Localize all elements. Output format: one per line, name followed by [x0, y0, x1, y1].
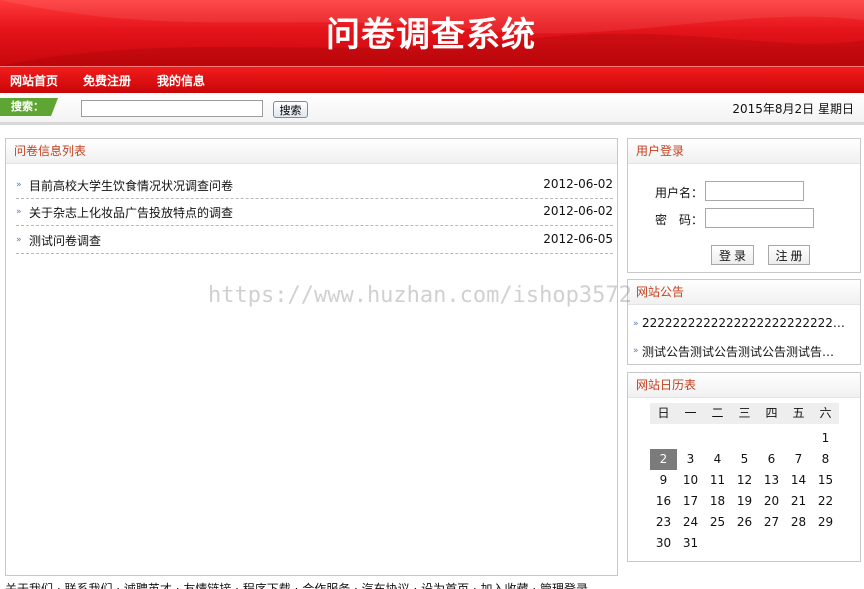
site-title: 问卷调查系统 — [326, 15, 536, 55]
calendar-day[interactable]: 7 — [785, 449, 812, 470]
bullet-icon: » — [16, 207, 22, 217]
calendar-day[interactable]: 12 — [731, 470, 758, 491]
calendar-weekday: 五 — [785, 403, 812, 424]
calendar-day[interactable]: 15 — [812, 470, 839, 491]
notice-panel: 网站公告 » 222222222222222222222222222222222… — [627, 279, 861, 365]
username-label: 用户名： — [655, 186, 704, 200]
survey-item-title[interactable]: 关于杂志上化妆品广告投放特点的调查 — [29, 204, 233, 221]
calendar-day[interactable]: 31 — [677, 533, 704, 554]
main-nav: 网站首页 免费注册 我的信息 — [0, 66, 864, 93]
footer-links[interactable]: 关于我们 · 联系我们 · 诚聘英才 · 友情链接 · 程序下载 · 合作服务 … — [5, 580, 588, 589]
search-button[interactable]: 搜索 — [273, 101, 308, 118]
survey-item-title[interactable]: 测试问卷调查 — [29, 232, 101, 249]
calendar-day[interactable]: 22 — [812, 491, 839, 512]
calendar-day[interactable]: 30 — [650, 533, 677, 554]
survey-item-date: 2012-06-05 — [543, 232, 613, 246]
calendar-day[interactable]: 6 — [758, 449, 785, 470]
calendar-day[interactable]: 21 — [785, 491, 812, 512]
calendar-weekday: 一 — [677, 403, 704, 424]
survey-item-title[interactable]: 目前高校大学生饮食情况状况调查问卷 — [29, 177, 233, 194]
calendar-day[interactable]: 1 — [812, 428, 839, 449]
calendar-day[interactable]: 10 — [677, 470, 704, 491]
nav-home[interactable]: 网站首页 — [10, 72, 58, 89]
notice-title: 网站公告 — [628, 280, 860, 305]
survey-list-title: 问卷信息列表 — [6, 139, 617, 164]
login-title: 用户登录 — [628, 139, 860, 164]
survey-item-date: 2012-06-02 — [543, 177, 613, 191]
username-input[interactable] — [705, 181, 804, 201]
calendar-day[interactable]: 25 — [704, 512, 731, 533]
calendar-day[interactable]: 13 — [758, 470, 785, 491]
login-button[interactable]: 登录 — [711, 245, 754, 265]
calendar-panel: 网站日历表 日一二三四五六 1 2 3 4 5 6 7 8 9 10 11 12 13 14 15 16 17 18… — [627, 372, 861, 562]
survey-item[interactable]: » 关于杂志上化妆品广告投放特点的调查 2012-06-02 — [16, 199, 613, 226]
nav-register[interactable]: 免费注册 — [83, 72, 131, 89]
survey-item[interactable]: » 目前高校大学生饮食情况状况调查问卷 2012-06-02 — [16, 172, 613, 199]
bullet-icon: » — [16, 180, 22, 190]
calendar-day[interactable]: 16 — [650, 491, 677, 512]
password-label: 密 码： — [655, 213, 704, 227]
bullet-icon: » — [633, 319, 639, 329]
watermark-text: https://www.huzhan.com/ishop3572 — [208, 283, 632, 308]
calendar-day[interactable]: 26 — [731, 512, 758, 533]
bullet-icon: » — [16, 235, 22, 245]
calendar-day[interactable]: 19 — [731, 491, 758, 512]
calendar-day[interactable]: 4 — [704, 449, 731, 470]
calendar-weekday: 日 — [650, 403, 677, 424]
calendar-weekday: 四 — [758, 403, 785, 424]
notice-item[interactable]: » 测试公告测试公告测试公告测试告测试公告 — [633, 337, 855, 365]
survey-item[interactable]: » 测试问卷调查 2012-06-05 — [16, 227, 613, 254]
calendar-day[interactable]: 23 — [650, 512, 677, 533]
search-input[interactable] — [81, 100, 263, 117]
calendar-day[interactable]: 27 — [758, 512, 785, 533]
notice-text[interactable]: 测试公告测试公告测试公告测试告测试公告 — [642, 343, 846, 360]
calendar-day[interactable]: 24 — [677, 512, 704, 533]
password-input[interactable] — [705, 208, 814, 228]
survey-item-date: 2012-06-02 — [543, 204, 613, 218]
survey-list-panel: 问卷信息列表 » 目前高校大学生饮食情况状况调查问卷 2012-06-02 » … — [5, 138, 618, 576]
notice-text[interactable]: 2222222222222222222222222222222222 — [642, 316, 846, 330]
calendar-day[interactable]: 28 — [785, 512, 812, 533]
bullet-icon: » — [633, 346, 639, 356]
search-bar: 搜索： 搜索 2015年8月2日 星期日 — [0, 93, 864, 125]
calendar-day-today[interactable]: 2 — [650, 449, 677, 470]
calendar-day[interactable]: 11 — [704, 470, 731, 491]
current-date: 2015年8月2日 星期日 — [732, 102, 854, 116]
nav-my-info[interactable]: 我的信息 — [157, 72, 205, 89]
calendar-day[interactable]: 29 — [812, 512, 839, 533]
calendar-day[interactable]: 20 — [758, 491, 785, 512]
calendar-day[interactable]: 5 — [731, 449, 758, 470]
calendar-day[interactable]: 18 — [704, 491, 731, 512]
calendar-day[interactable]: 9 — [650, 470, 677, 491]
calendar-day[interactable]: 3 — [677, 449, 704, 470]
notice-item[interactable]: » 2222222222222222222222222222222222 — [633, 310, 855, 338]
calendar-weekday: 六 — [812, 403, 839, 424]
login-panel: 用户登录 用户名： 密 码： 登录 注册 — [627, 138, 861, 273]
calendar-title: 网站日历表 — [628, 373, 860, 398]
calendar-day[interactable]: 8 — [812, 449, 839, 470]
calendar-weekday: 二 — [704, 403, 731, 424]
calendar-weekday: 三 — [731, 403, 758, 424]
header-banner: 问卷调查系统 — [0, 0, 864, 66]
register-button[interactable]: 注册 — [768, 245, 810, 265]
calendar-day[interactable]: 17 — [677, 491, 704, 512]
search-label: 搜索： — [0, 98, 58, 116]
calendar-day[interactable]: 14 — [785, 470, 812, 491]
